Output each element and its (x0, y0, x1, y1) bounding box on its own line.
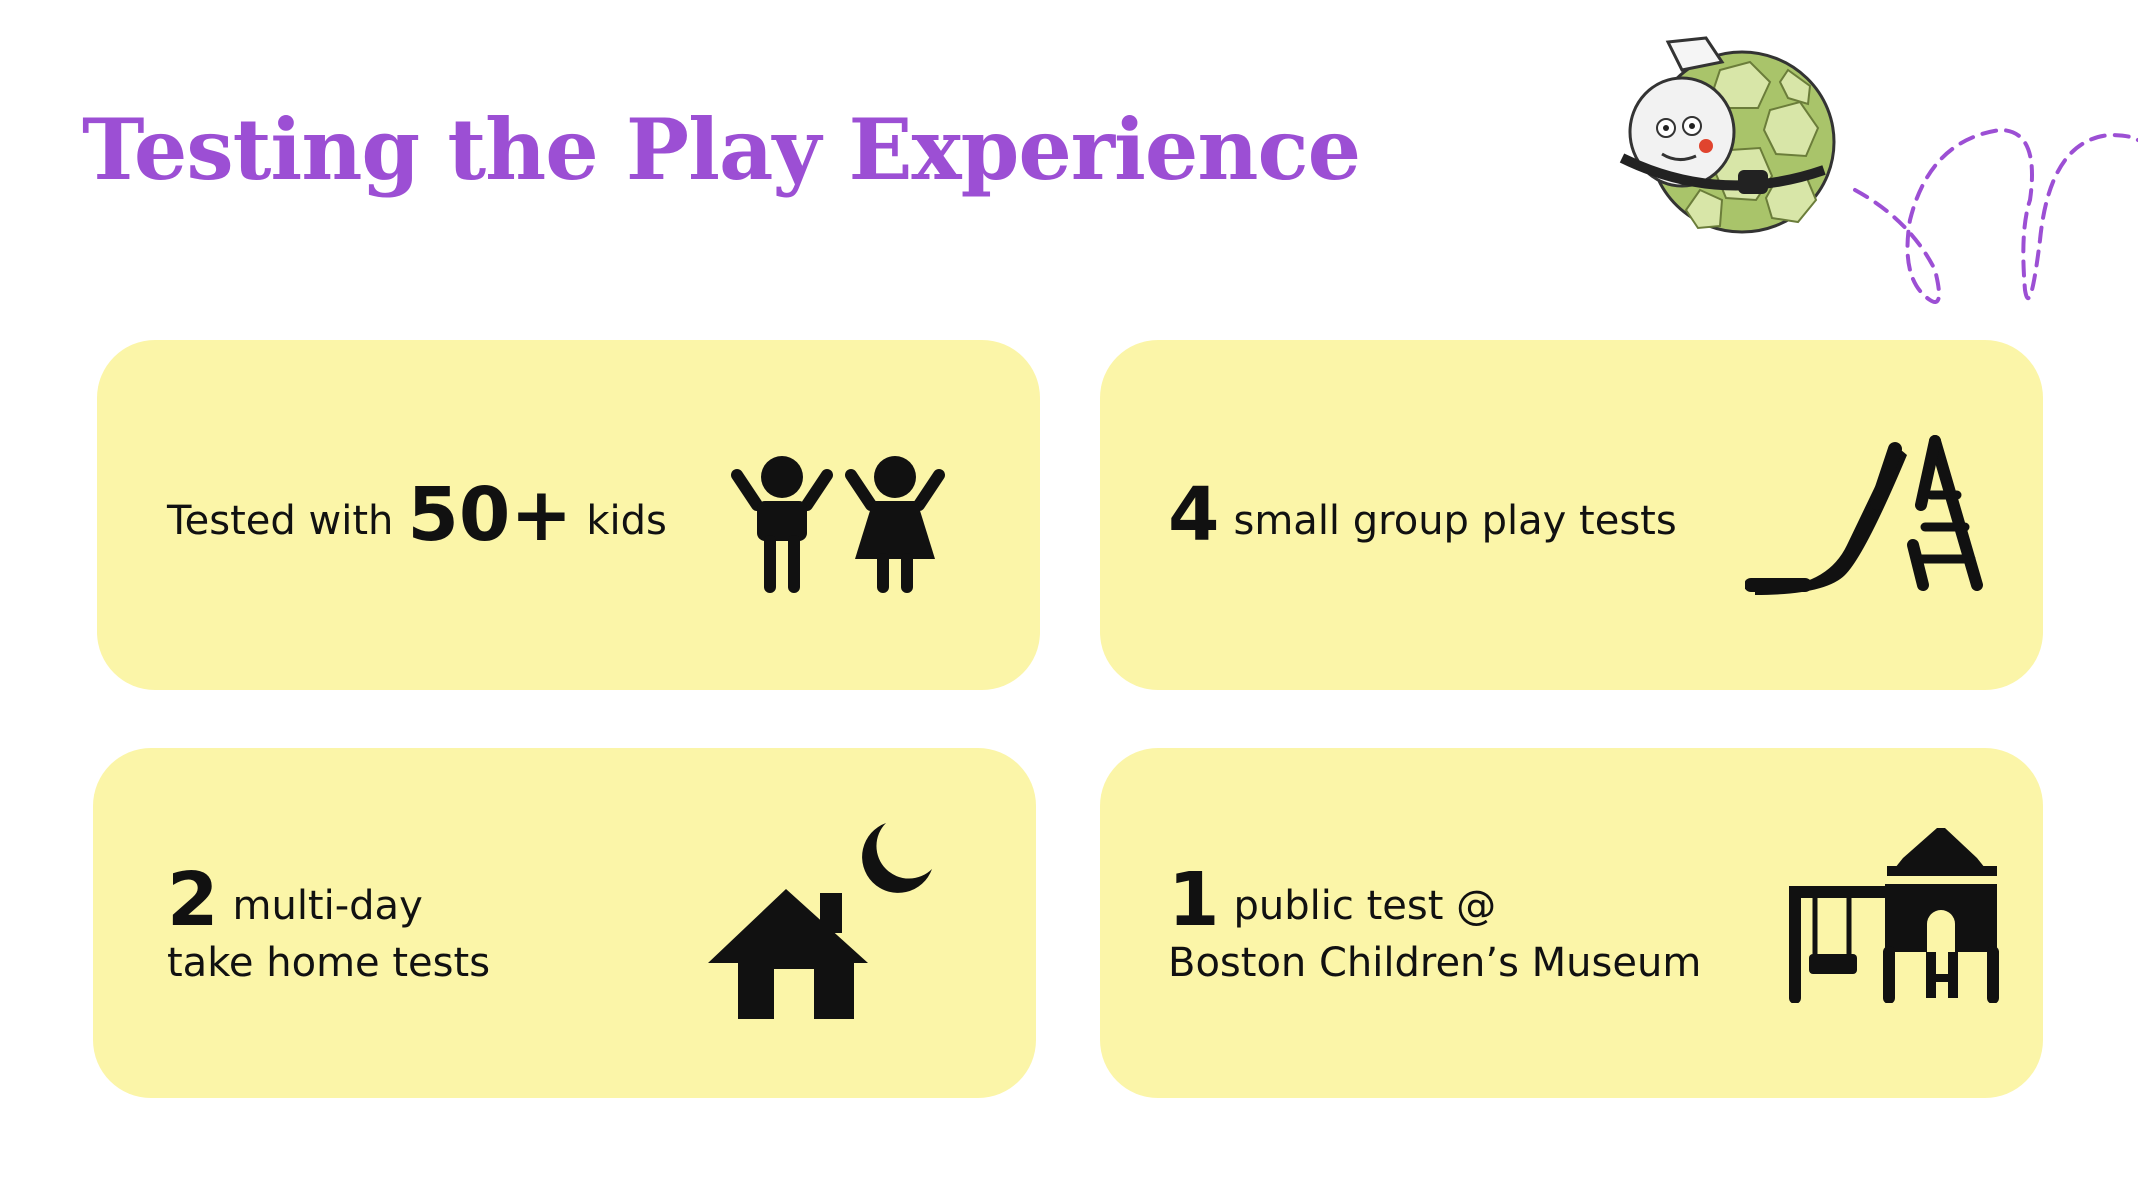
card-number: 1 (1168, 857, 1220, 943)
card-text: small group play tests (1233, 498, 1677, 544)
card-number: 50+ (407, 472, 573, 558)
page-title: Testing the Play Experience (82, 100, 1361, 199)
stat-card-take-home-tests: 2 multi-day take home tests (93, 748, 1036, 1098)
card-text: multi-day (232, 883, 423, 929)
stat-card-kids: Tested with 50+ kids (97, 340, 1040, 690)
card-number: 2 (167, 857, 219, 943)
slide-icon (1745, 435, 1983, 595)
turtle-mascot-illustration (1619, 36, 1836, 234)
card-text-line2: take home tests (167, 940, 491, 986)
card-text: public test @ (1233, 883, 1497, 929)
dashed-loop-line (1853, 127, 2138, 304)
card-text-suffix: kids (586, 498, 667, 544)
playground-icon (1789, 828, 1999, 1003)
stat-card-public-test: 1 public test @ Boston Children’s Museum (1100, 748, 2043, 1098)
kids-icon (731, 456, 945, 593)
card-text-line2: Boston Children’s Museum (1168, 940, 1702, 986)
house-moon-icon (708, 823, 932, 1019)
card-text-prefix: Tested with (167, 498, 394, 544)
stat-card-group-tests: 4 small group play tests (1100, 340, 2043, 690)
card-number: 4 (1168, 472, 1220, 558)
